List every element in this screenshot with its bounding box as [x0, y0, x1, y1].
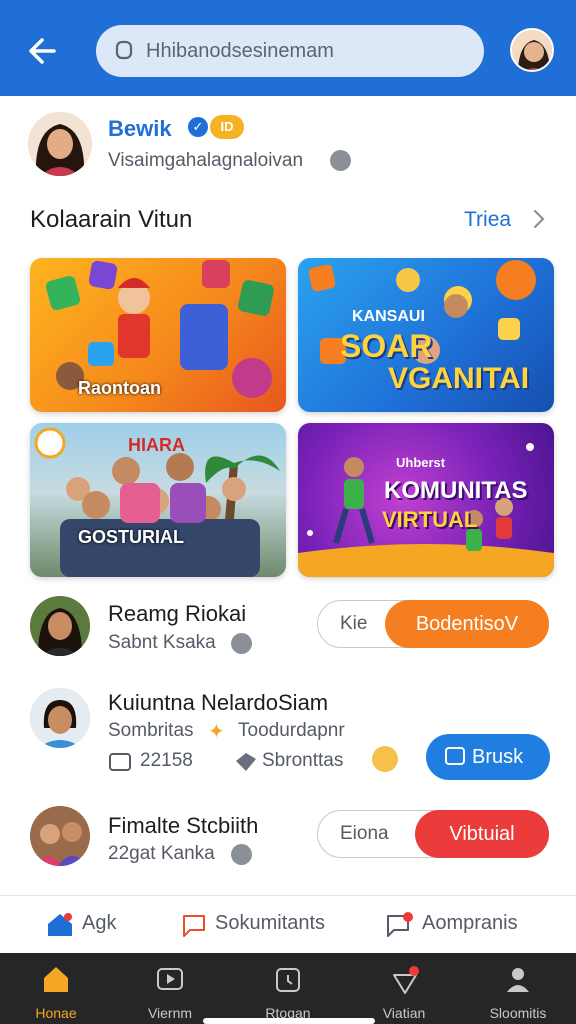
profile-subtitle: Visaimgahalagnaloivan [108, 150, 304, 171]
search-bar[interactable]: Hhibanodsesinemam [96, 25, 484, 77]
avatar-image [30, 806, 90, 866]
member-count: 22158 [140, 750, 193, 771]
community-card[interactable]: KANSAUI SOAR VGANITAI [298, 258, 554, 412]
level-badge: ID [210, 115, 244, 139]
avatar-image [30, 688, 90, 748]
nav-program[interactable]: Rtoqan [240, 953, 336, 1024]
search-text: Hhibanodsesinemam [146, 40, 334, 62]
avatar-image [512, 30, 552, 70]
join-button[interactable]: BodentisoV [385, 599, 549, 648]
user-avatar[interactable] [510, 28, 554, 72]
feed-subtitle: Sombritas [108, 720, 194, 741]
feed-subtitle: Sabnt Ksaka [108, 632, 216, 653]
video-icon [157, 968, 183, 990]
clock-icon [330, 150, 351, 171]
card-title: Raontoan [78, 378, 161, 398]
feed-meta-label: Sbronttas [262, 750, 344, 771]
emoji-icon [372, 746, 398, 772]
section-title: Kolaarain Vitun [30, 206, 193, 233]
card-title: SOAR [340, 328, 433, 364]
action-tab-label[interactable]: Sokumitants [215, 912, 325, 935]
see-all-link[interactable]: Triea [464, 208, 511, 232]
home-icon [48, 913, 72, 936]
chat-button-label: Brusk [472, 746, 524, 768]
action-toggle[interactable]: Kie BodentisoV [317, 599, 549, 648]
chat-icon [109, 753, 131, 771]
chat-icon [445, 747, 465, 765]
profile-avatar[interactable] [28, 112, 92, 176]
nav-label: Sloomitis [489, 1005, 547, 1021]
feed-subtitle: 22gat Kanka [108, 843, 215, 864]
nav-home[interactable]: Honae [8, 953, 104, 1024]
community-card[interactable]: Raontoan [30, 258, 286, 412]
card-subtitle: GOSTURIAL [78, 527, 184, 547]
feed-avatar[interactable] [30, 596, 90, 656]
avatar-image [30, 596, 90, 656]
top-app-bar: Hhibanodsesinemam [0, 0, 576, 96]
profile-photo [28, 112, 92, 176]
card-subtitle: VGANITAI [388, 362, 530, 395]
home-indicator [203, 1018, 375, 1024]
feed-name[interactable]: Fimalte Stcbiith [108, 813, 258, 839]
back-button[interactable] [24, 34, 64, 68]
feed-avatar[interactable] [30, 688, 90, 748]
feed-subtitle-extra: Toodurdapnr [238, 720, 345, 741]
community-card[interactable]: Uhberst KOMUNITAS VIRTUAL [298, 423, 554, 577]
clock-icon [231, 844, 252, 865]
nav-label: Honae [35, 1005, 77, 1021]
feed-name[interactable]: Kuiuntna NelardoSiam [108, 690, 328, 716]
arrow-left-icon [29, 38, 56, 64]
chat-button[interactable]: Brusk [426, 734, 550, 780]
feed-avatar[interactable] [30, 806, 90, 866]
chat-bubble-icon [183, 915, 205, 937]
live-button[interactable]: Vibtuial [415, 809, 549, 858]
card-title-top: KANSAUI [352, 308, 425, 325]
card-title: HIARA [128, 435, 185, 455]
action-tab-label[interactable]: Aompranis [422, 912, 518, 935]
nav-profile[interactable]: Sloomitis [470, 953, 566, 1024]
toggle-option-left[interactable]: Eiona [340, 823, 389, 845]
verified-icon: ✓ [188, 117, 208, 137]
nav-video[interactable]: Viernm [122, 953, 218, 1024]
profile-name[interactable]: Bewik [108, 116, 172, 142]
clock-icon [231, 633, 252, 654]
message-icon [387, 912, 413, 937]
emoji-icon: ✦ [208, 721, 225, 743]
bottom-navigation: Honae Viernm Rtoqan Viatian Sloomitis [0, 953, 576, 1024]
toggle-option-left[interactable]: Kie [340, 613, 367, 635]
person-icon [507, 968, 529, 992]
search-icon [115, 40, 133, 60]
bell-icon [393, 966, 419, 994]
feed-name[interactable]: Reamg Riokai [108, 601, 246, 627]
tag-icon [236, 753, 256, 771]
community-card[interactable]: HIARA GOSTURIAL [30, 423, 286, 577]
card-title: KOMUNITAS [384, 477, 528, 504]
card-subtitle: VIRTUAL [382, 507, 478, 532]
nav-notifications[interactable]: Viatian [356, 953, 452, 1024]
card-title-top: Uhberst [396, 455, 446, 470]
home-icon [44, 967, 68, 992]
chevron-right-icon[interactable] [532, 208, 546, 230]
calendar-icon [276, 968, 300, 992]
action-toggle[interactable]: Eiona Vibtuial [317, 809, 549, 858]
action-tab-label[interactable]: Agk [82, 912, 116, 935]
action-bar: Agk Sokumitants Aompranis [0, 895, 576, 953]
